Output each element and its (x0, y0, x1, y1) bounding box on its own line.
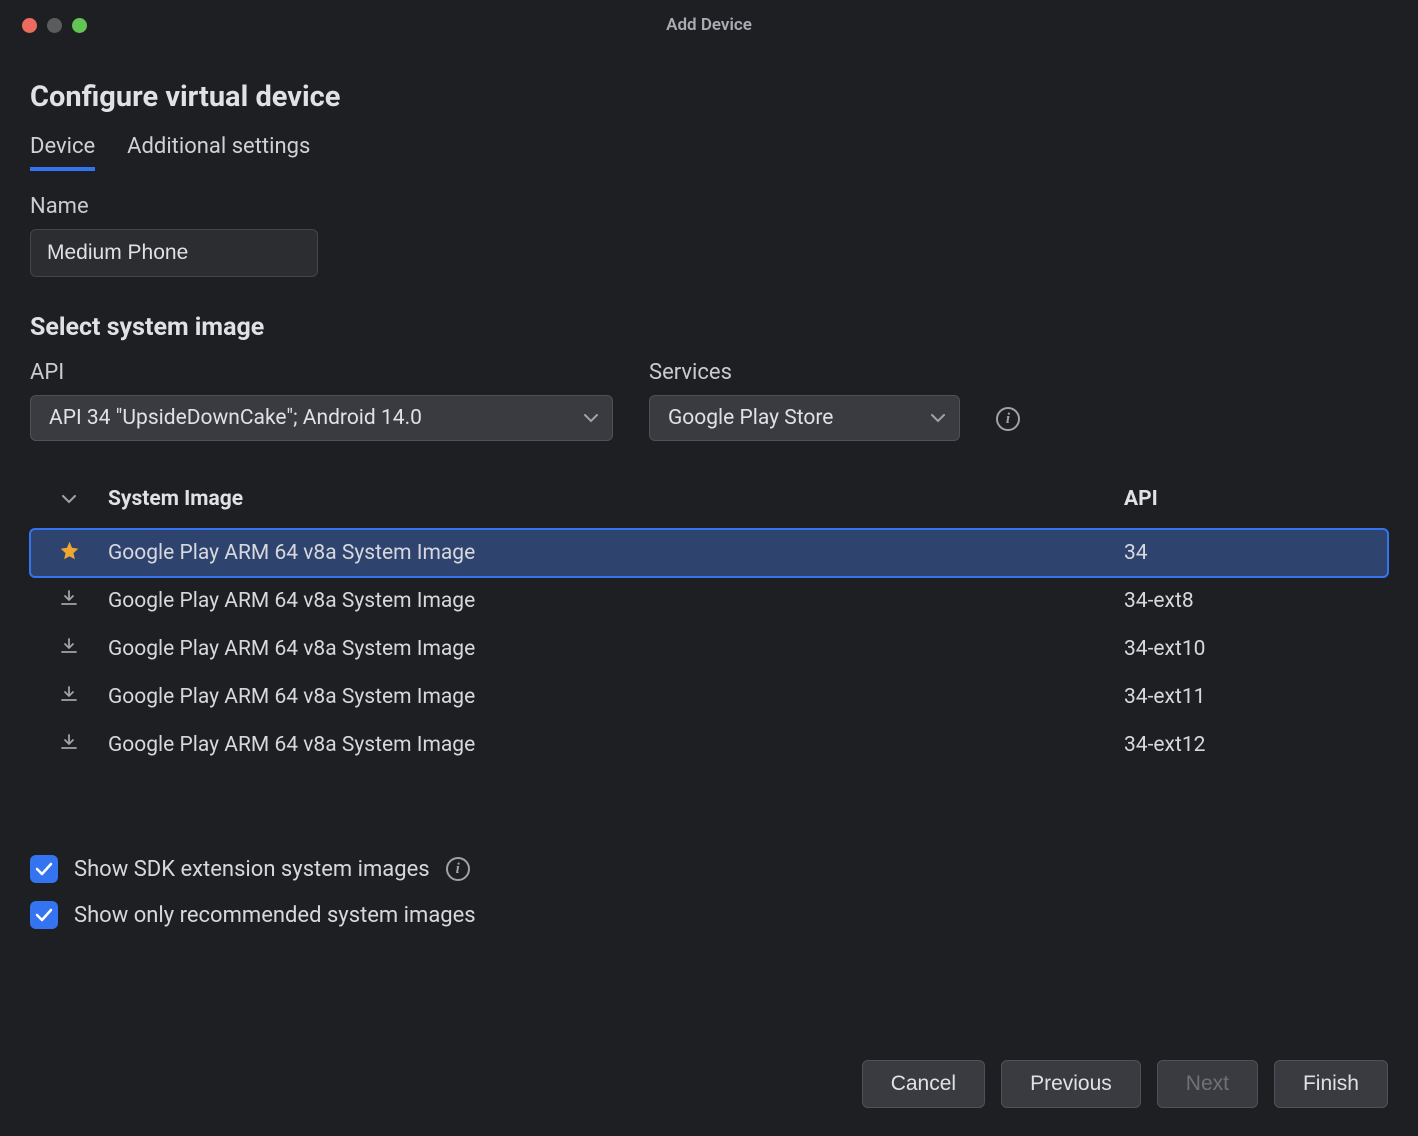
next-button: Next (1157, 1060, 1258, 1108)
row-name: Google Play ARM 64 v8a System Image (100, 685, 1124, 709)
finish-button[interactable]: Finish (1274, 1060, 1388, 1108)
previous-button[interactable]: Previous (1001, 1060, 1141, 1108)
row-api: 34 (1124, 541, 1380, 565)
cancel-button[interactable]: Cancel (862, 1060, 985, 1108)
api-dropdown-value: API 34 "UpsideDownCake"; Android 14.0 (49, 406, 422, 430)
checkbox-sdk-extension[interactable]: Show SDK extension system images i (30, 855, 1388, 883)
row-name: Google Play ARM 64 v8a System Image (100, 589, 1124, 613)
table-row[interactable]: Google Play ARM 64 v8a System Image34-ex… (30, 625, 1388, 673)
name-input[interactable] (30, 229, 318, 277)
tabs: Device Additional settings (30, 134, 1388, 172)
checkbox-label: Show only recommended system images (74, 903, 476, 928)
chevron-down-icon (931, 411, 945, 425)
maximize-window-button[interactable] (72, 18, 87, 33)
system-image-table: System Image API Google Play ARM 64 v8a … (30, 487, 1388, 769)
checkbox-recommended[interactable]: Show only recommended system images (30, 901, 1388, 929)
footer-buttons: Cancel Previous Next Finish (0, 1036, 1418, 1136)
checkbox-label: Show SDK extension system images (74, 857, 430, 882)
info-icon[interactable]: i (446, 857, 470, 881)
table-header: System Image API (30, 487, 1388, 529)
row-api: 34-ext11 (1124, 685, 1380, 709)
collapse-toggle[interactable] (38, 495, 100, 504)
select-image-heading: Select system image (30, 313, 1388, 342)
row-name: Google Play ARM 64 v8a System Image (100, 733, 1124, 757)
checkbox-icon (30, 901, 58, 929)
checkbox-icon (30, 855, 58, 883)
row-name: Google Play ARM 64 v8a System Image (100, 637, 1124, 661)
download-icon[interactable] (38, 685, 100, 709)
download-icon[interactable] (38, 733, 100, 757)
table-row[interactable]: Google Play ARM 64 v8a System Image34 (30, 529, 1388, 577)
api-label: API (30, 360, 613, 385)
page-title: Configure virtual device (30, 80, 1388, 114)
dialog-window: Add Device Configure virtual device Devi… (0, 0, 1418, 1136)
tab-additional-settings[interactable]: Additional settings (127, 134, 310, 171)
tab-device[interactable]: Device (30, 134, 95, 171)
window-title: Add Device (666, 15, 752, 35)
row-api: 34-ext8 (1124, 589, 1380, 613)
traffic-lights (22, 18, 87, 33)
content-area: Configure virtual device Device Addition… (0, 50, 1418, 1036)
minimize-window-button[interactable] (47, 18, 62, 33)
row-api: 34-ext10 (1124, 637, 1380, 661)
selector-row: API API 34 "UpsideDownCake"; Android 14.… (30, 360, 1388, 441)
table-row[interactable]: Google Play ARM 64 v8a System Image34-ex… (30, 673, 1388, 721)
name-label: Name (30, 194, 1388, 219)
api-dropdown[interactable]: API 34 "UpsideDownCake"; Android 14.0 (30, 395, 613, 441)
table-row[interactable]: Google Play ARM 64 v8a System Image34-ex… (30, 721, 1388, 769)
table-row[interactable]: Google Play ARM 64 v8a System Image34-ex… (30, 577, 1388, 625)
services-dropdown[interactable]: Google Play Store (649, 395, 960, 441)
info-icon[interactable]: i (996, 407, 1020, 431)
services-dropdown-value: Google Play Store (668, 406, 833, 430)
titlebar: Add Device (0, 0, 1418, 50)
row-api: 34-ext12 (1124, 733, 1380, 757)
download-icon[interactable] (38, 589, 100, 613)
download-icon[interactable] (38, 637, 100, 661)
row-name: Google Play ARM 64 v8a System Image (100, 541, 1124, 565)
column-header-name[interactable]: System Image (100, 487, 1124, 511)
services-label: Services (649, 360, 960, 385)
column-header-api[interactable]: API (1124, 487, 1380, 511)
star-icon (38, 540, 100, 567)
chevron-down-icon (584, 411, 598, 425)
close-window-button[interactable] (22, 18, 37, 33)
